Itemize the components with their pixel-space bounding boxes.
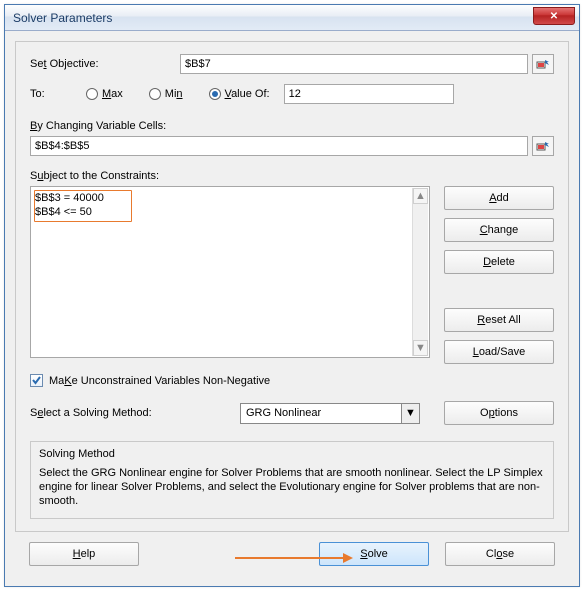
scrollbar[interactable]: ▲ ▼ [412, 188, 428, 356]
dialog-footer: Help Solve Close [15, 532, 569, 576]
main-panel: Set Objective: $B$7 To: Max Min Value Of… [15, 41, 569, 532]
help-button[interactable]: Help [29, 542, 139, 566]
to-label: To: [30, 88, 86, 100]
method-row: Select a Solving Method: GRG Nonlinear ▼… [30, 401, 554, 425]
scroll-down-icon[interactable]: ▼ [413, 340, 428, 356]
radio-value-of-label: Value Of: [225, 88, 270, 100]
solve-button[interactable]: Solve [319, 542, 429, 566]
constraints-list[interactable]: $B$3 = 40000 $B$4 <= 50 ▲ ▼ [30, 186, 430, 358]
range-select-icon [536, 57, 550, 71]
dialog-body: Set Objective: $B$7 To: Max Min Value Of… [5, 31, 579, 586]
changing-cells-row: $B$4:$B$5 [30, 136, 554, 156]
objective-row: Set Objective: $B$7 [30, 54, 554, 74]
constraint-item[interactable]: $B$3 = 40000 [35, 191, 425, 205]
objective-range-button[interactable] [532, 54, 554, 74]
title-bar: Solver Parameters ✕ [5, 5, 579, 31]
chevron-down-icon: ▼ [401, 404, 419, 423]
nonneg-label: MaKe Unconstrained Variables Non-Negativ… [49, 375, 270, 387]
info-header: Solving Method [39, 448, 545, 460]
method-select[interactable]: GRG Nonlinear ▼ [240, 403, 420, 424]
scroll-up-icon[interactable]: ▲ [413, 188, 428, 204]
constraints-buttons: Add Change Delete Reset All Load/Save [444, 186, 554, 364]
delete-button[interactable]: Delete [444, 250, 554, 274]
change-button[interactable]: Change [444, 218, 554, 242]
close-button[interactable]: ✕ [533, 7, 575, 25]
changing-cells-label: By Changing Variable Cells: [30, 120, 554, 132]
add-button[interactable]: Add [444, 186, 554, 210]
radio-value-of[interactable] [209, 88, 221, 100]
info-body: Select the GRG Nonlinear engine for Solv… [39, 466, 545, 508]
nonneg-row: MaKe Unconstrained Variables Non-Negativ… [30, 374, 554, 387]
changing-cells-input[interactable]: $B$4:$B$5 [30, 136, 528, 156]
solving-method-info: Solving Method Select the GRG Nonlinear … [30, 441, 554, 519]
nonneg-checkbox[interactable] [30, 374, 43, 387]
to-row: To: Max Min Value Of: 12 [30, 84, 554, 104]
radio-max-label: Max [102, 88, 123, 100]
value-of-input[interactable]: 12 [284, 84, 454, 104]
check-icon [31, 375, 42, 386]
radio-max[interactable] [86, 88, 98, 100]
method-label: Select a Solving Method: [30, 407, 180, 419]
close-icon: ✕ [550, 11, 558, 22]
changing-range-button[interactable] [532, 136, 554, 156]
window-title: Solver Parameters [13, 11, 112, 25]
objective-label: Set Objective: [30, 58, 180, 70]
objective-input[interactable]: $B$7 [180, 54, 528, 74]
reset-all-button[interactable]: Reset All [444, 308, 554, 332]
load-save-button[interactable]: Load/Save [444, 340, 554, 364]
constraint-item[interactable]: $B$4 <= 50 [35, 205, 425, 219]
constraints-area: $B$3 = 40000 $B$4 <= 50 ▲ ▼ Add Change D… [30, 186, 554, 364]
range-select-icon [536, 139, 550, 153]
radio-min[interactable] [149, 88, 161, 100]
close-dialog-button[interactable]: Close [445, 542, 555, 566]
options-button[interactable]: Options [444, 401, 554, 425]
radio-min-label: Min [165, 88, 183, 100]
dialog-window: Solver Parameters ✕ Set Objective: $B$7 … [4, 4, 580, 587]
constraints-label: Subject to the Constraints: [30, 170, 554, 182]
